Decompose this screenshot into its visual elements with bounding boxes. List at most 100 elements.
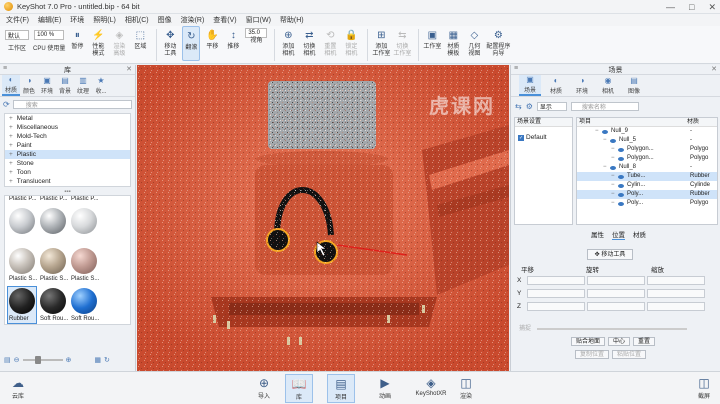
expand-icon[interactable]: + bbox=[9, 142, 13, 149]
material-thumbnail[interactable] bbox=[40, 288, 66, 314]
display-filter-select[interactable]: 显示 bbox=[536, 101, 567, 111]
position-button[interactable]: 重置 bbox=[633, 337, 656, 346]
transform-field[interactable] bbox=[647, 288, 705, 298]
project-button[interactable]: ▤ 项目 bbox=[327, 374, 355, 403]
visibility-eye-icon[interactable] bbox=[618, 183, 624, 188]
property-tab-2[interactable]: 材质 bbox=[633, 229, 646, 240]
menu-item-4[interactable]: 相机(C) bbox=[125, 15, 149, 25]
studio-button[interactable]: ▣ 工作室 bbox=[423, 26, 441, 61]
scene-panel-menu-icon[interactable]: ≡ bbox=[514, 65, 518, 72]
menu-item-1[interactable]: 编辑(E) bbox=[38, 15, 61, 25]
default-checkbox[interactable]: ✓ bbox=[518, 135, 524, 141]
library-tab-2[interactable]: ▣ 环境 bbox=[38, 75, 56, 96]
menu-item-8[interactable]: 窗口(W) bbox=[246, 15, 271, 25]
workspace-select[interactable]: 默认 bbox=[5, 30, 29, 40]
position-button[interactable]: 中心 bbox=[608, 337, 631, 346]
transform-field[interactable] bbox=[587, 301, 645, 311]
visibility-eye-icon[interactable] bbox=[618, 174, 624, 179]
library-search-input[interactable]: 搜索 bbox=[12, 99, 132, 109]
tree-item[interactable]: + Plastic bbox=[5, 150, 130, 159]
material-thumbnail[interactable] bbox=[9, 208, 35, 234]
panel-menu-icon[interactable]: ≡ bbox=[3, 65, 7, 72]
expand-icon[interactable]: − bbox=[611, 154, 615, 163]
visibility-eye-icon[interactable] bbox=[610, 165, 616, 170]
expand-icon[interactable]: − bbox=[611, 199, 615, 208]
transform-field[interactable] bbox=[587, 275, 645, 285]
pan-button[interactable]: ✋ 平移 bbox=[203, 26, 221, 61]
tree-item[interactable]: + Metal bbox=[5, 114, 130, 123]
tree-item[interactable]: + Mold-Tech bbox=[5, 132, 130, 141]
panel-close-icon[interactable]: ✕ bbox=[126, 65, 132, 73]
performance-button[interactable]: ⚡ 性能 模式 bbox=[89, 26, 107, 61]
render-viewport[interactable]: 虎课网 bbox=[137, 65, 509, 371]
scene-tree-row[interactable]: − Null_8 - bbox=[577, 163, 717, 172]
scene-tree-row[interactable]: − Poly... Polygo bbox=[577, 199, 717, 208]
configurator-button[interactable]: ⚙ 配置程序 向导 bbox=[486, 26, 510, 61]
expand-icon[interactable]: − bbox=[603, 163, 607, 172]
folder-icon[interactable]: ▤ bbox=[4, 356, 11, 364]
scene-setting-default[interactable]: ✓ Default bbox=[515, 133, 572, 143]
tumble-button[interactable]: ↻ 翻滚 bbox=[182, 26, 201, 61]
thumbnail-zoom-in-icon[interactable]: ⊕ bbox=[66, 356, 72, 364]
tree-item[interactable]: + Miscellaneous bbox=[5, 123, 130, 132]
minimize-button[interactable]: — bbox=[666, 0, 675, 14]
material-thumbnail[interactable] bbox=[71, 248, 97, 274]
fov-input[interactable]: 35.0 bbox=[245, 28, 268, 38]
transform-field[interactable] bbox=[527, 275, 585, 285]
scene-search-input[interactable]: 搜索名称 bbox=[570, 101, 639, 111]
menu-item-0[interactable]: 文件(F) bbox=[6, 15, 29, 25]
expand-icon[interactable]: − bbox=[595, 127, 599, 136]
property-tab-0[interactable]: 属性 bbox=[591, 229, 604, 240]
lock-camera-button[interactable]: 🔒 锁定 相机 bbox=[342, 26, 360, 61]
tree-item[interactable]: + Translucent bbox=[5, 177, 130, 186]
material-thumbnail[interactable] bbox=[40, 248, 66, 274]
add-studio-button[interactable]: ⊞ 添加 工作室 bbox=[372, 26, 390, 61]
tree-item[interactable]: + Toon bbox=[5, 168, 130, 177]
refresh-icon[interactable]: ↻ bbox=[104, 356, 110, 364]
library-button[interactable]: 📖 库 bbox=[285, 374, 313, 403]
scene-tab-1[interactable]: ◐ 材质 bbox=[545, 75, 567, 96]
render-adv-button[interactable]: ◈ 渲染 高级 bbox=[110, 26, 128, 61]
library-tab-1[interactable]: ◑ 颜色 bbox=[20, 75, 38, 96]
scene-tree-row[interactable]: − Polygon... Polygo bbox=[577, 145, 717, 154]
move-tool-button[interactable]: ✥ 移动 工具 bbox=[161, 26, 179, 61]
menu-item-6[interactable]: 渲染(R) bbox=[181, 15, 205, 25]
menu-item-2[interactable]: 环境 bbox=[70, 15, 84, 25]
switch-studio-button[interactable]: ⇆ 切换 工作室 bbox=[393, 26, 411, 61]
expand-icon[interactable]: + bbox=[9, 178, 13, 185]
visibility-eye-icon[interactable] bbox=[618, 201, 624, 206]
library-tab-0[interactable]: ◐ 材质 bbox=[2, 75, 20, 96]
expand-icon[interactable]: + bbox=[9, 133, 13, 140]
menu-item-5[interactable]: 图像 bbox=[158, 15, 172, 25]
import-button[interactable]: ⊕ 导入 bbox=[250, 374, 278, 401]
add-camera-button[interactable]: ⊕ 添加 相机 bbox=[279, 26, 297, 61]
transform-field[interactable] bbox=[647, 301, 705, 311]
thumbnail-size-slider[interactable] bbox=[22, 356, 63, 364]
geometry-view-button[interactable]: ◇ 几何 视图 bbox=[465, 26, 483, 61]
expand-icon[interactable]: + bbox=[9, 169, 13, 176]
transform-field[interactable] bbox=[647, 275, 705, 285]
expand-collapse-icon[interactable]: ⇆ bbox=[515, 102, 522, 111]
scene-tab-0[interactable]: ▣ 场景 bbox=[519, 75, 541, 96]
scene-tab-3[interactable]: ◉ 相机 bbox=[597, 75, 619, 96]
library-tab-5[interactable]: ★ 收... bbox=[92, 75, 110, 96]
visibility-eye-icon[interactable] bbox=[602, 129, 608, 134]
visibility-eye-icon[interactable] bbox=[618, 147, 624, 152]
perspective-button[interactable]: ◢35.0视角 bbox=[245, 26, 268, 61]
expand-icon[interactable]: + bbox=[9, 115, 13, 122]
scene-tree-row[interactable]: − Cylin... Cylinde bbox=[577, 181, 717, 190]
region-button[interactable]: ⬚ 区域 bbox=[131, 26, 149, 61]
scene-tree-row[interactable]: − Null_5 - bbox=[577, 136, 717, 145]
render-button[interactable]: ◫ 渲染 bbox=[452, 374, 480, 401]
material-thumbnail[interactable] bbox=[9, 248, 35, 274]
scene-tree-row[interactable]: − Poly... Rubber bbox=[577, 190, 717, 199]
cloud-sync-icon[interactable]: ⟳ bbox=[3, 100, 10, 109]
thumbnail-zoom-out-icon[interactable]: ⊖ bbox=[14, 356, 20, 364]
menu-item-9[interactable]: 帮助(H) bbox=[280, 15, 304, 25]
menu-item-3[interactable]: 照明(L) bbox=[93, 15, 116, 25]
cpu-usage-tool[interactable]: 100 % CPU 使用量 bbox=[33, 26, 65, 53]
screenshot-button[interactable]: ◫ 截屏 bbox=[690, 374, 718, 401]
menu-item-7[interactable]: 查看(V) bbox=[213, 15, 236, 25]
expand-icon[interactable]: + bbox=[9, 151, 13, 158]
expand-icon[interactable]: + bbox=[9, 160, 13, 167]
